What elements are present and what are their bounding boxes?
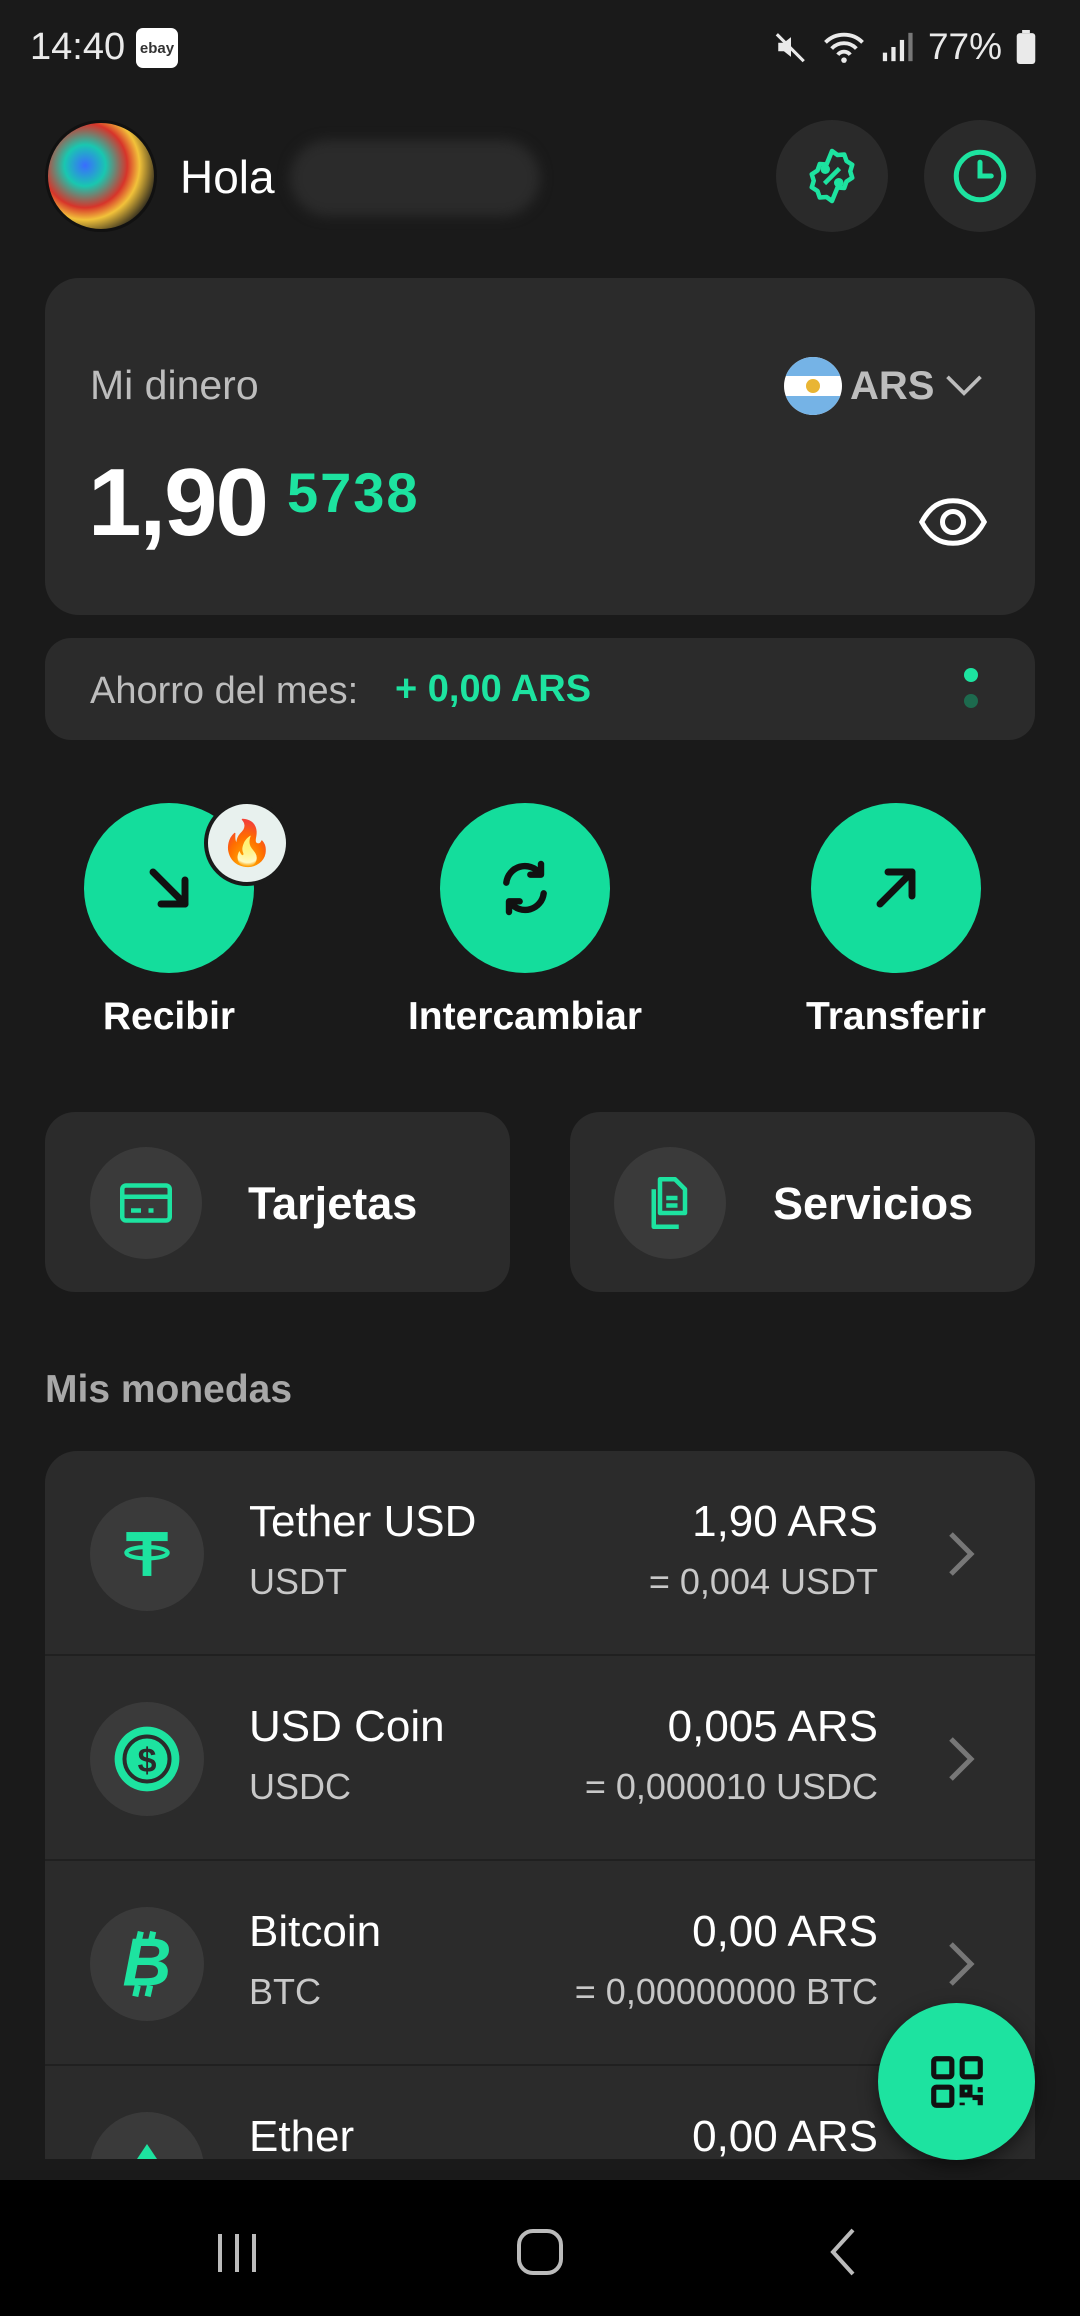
- coin-symbol: BTC: [249, 1971, 321, 2012]
- qr-code-icon: [930, 2055, 983, 2108]
- coin-symbol: USDC: [249, 1766, 352, 1807]
- usd-coin-icon: $: [90, 1702, 204, 1816]
- eye-icon: [918, 498, 988, 546]
- coin-amount: 0,005 ARS: [667, 1702, 878, 1751]
- balance-label: Mi dinero: [90, 362, 259, 408]
- receive-label: Recibir: [102, 995, 236, 1038]
- avatar[interactable]: [45, 120, 157, 232]
- coins-section-title: Mis monedas: [45, 1368, 293, 1411]
- chevron-right-icon: [949, 1942, 975, 1986]
- chevron-down-icon: [946, 375, 983, 396]
- coin-name: Bitcoin: [249, 1907, 382, 1956]
- status-time: 14:40: [30, 26, 126, 68]
- redacted-username: [290, 140, 540, 216]
- signal-icon: [882, 32, 913, 62]
- coin-row-usdc[interactable]: $ USD Coin USDC 0,005 ARS = 0,000010 USD…: [45, 1656, 1035, 1861]
- history-clock-icon: [953, 149, 1007, 203]
- card-icon: [120, 1183, 172, 1223]
- savings-label: Ahorro del mes:: [90, 670, 359, 712]
- cards-tile-label: Tarjetas: [248, 1178, 418, 1229]
- recent-apps-icon[interactable]: [212, 2230, 262, 2276]
- status-indicators: 77%: [774, 26, 1036, 68]
- coin-row-btc[interactable]: B Bitcoin BTC 0,00 ARS = 0,00000000 BTC: [45, 1861, 1035, 2066]
- battery-percent: 77%: [927, 26, 1002, 67]
- chevron-right-icon: [949, 1532, 975, 1576]
- greeting: Hola: [180, 151, 275, 203]
- coin-conversion: = 0,00000000 BTC: [574, 1971, 878, 2012]
- transfer-label: Transferir: [806, 995, 986, 1038]
- coin-row-usdt[interactable]: Tether USD USDT 1,90 ARS = 0,004 USDT: [45, 1451, 1035, 1656]
- argentina-flag-icon: [784, 357, 842, 415]
- chevron-right-icon: [949, 1737, 975, 1781]
- tether-icon: [90, 1497, 204, 1611]
- ebay-notification-icon: ebay: [136, 28, 178, 68]
- bitcoin-icon: B: [90, 1907, 204, 2021]
- exchange-label: Intercambiar: [407, 995, 643, 1038]
- discount-badge-icon: [809, 148, 855, 204]
- coin-conversion: = 0,000010 USDC: [584, 1766, 878, 1807]
- toggle-visibility-button[interactable]: [918, 492, 988, 557]
- savings-value: + 0,00 ARS: [395, 668, 592, 710]
- history-button[interactable]: [924, 120, 1036, 232]
- svg-text:$: $: [138, 1742, 157, 1780]
- balance-amount: 1,90: [88, 449, 269, 556]
- swap-icon: [503, 860, 547, 916]
- back-icon[interactable]: [825, 2226, 861, 2278]
- cards-tile-icon-wrap: [90, 1147, 202, 1259]
- arrow-up-right-icon: [876, 868, 916, 908]
- coin-amount: 0,00 ARS: [692, 1907, 878, 1956]
- coin-name: USD Coin: [249, 1702, 445, 1751]
- system-navigation-bar: [0, 2180, 1080, 2316]
- coin-name: Ether: [249, 2112, 355, 2159]
- documents-icon: [651, 1177, 688, 1229]
- coin-amount: 1,90 ARS: [692, 1497, 878, 1546]
- promotions-button[interactable]: [776, 120, 888, 232]
- battery-icon: [1016, 30, 1036, 64]
- ether-icon: [90, 2112, 204, 2159]
- fire-icon: 🔥: [204, 800, 290, 886]
- home-icon[interactable]: [515, 2227, 565, 2277]
- services-tile-icon-wrap: [614, 1147, 726, 1259]
- balance-decimals: 5738: [287, 461, 420, 524]
- coin-amount: 0,00 ARS: [692, 2112, 878, 2159]
- balance-card: [45, 278, 1035, 615]
- services-tile-label: Servicios: [773, 1178, 974, 1229]
- wifi-icon: [824, 32, 864, 63]
- arrow-down-right-icon: [149, 868, 189, 908]
- mute-icon: [775, 33, 805, 63]
- coin-symbol: USDT: [249, 1561, 347, 1602]
- exchange-button[interactable]: [440, 803, 610, 973]
- currency-selector[interactable]: ARS: [784, 357, 986, 415]
- pager-dot: [964, 694, 978, 708]
- pager-dot-active: [964, 668, 978, 682]
- coin-conversion: = 0,004 USDT: [648, 1561, 878, 1602]
- coin-name: Tether USD: [249, 1497, 477, 1546]
- qr-scan-button[interactable]: [878, 2003, 1035, 2160]
- transfer-button[interactable]: [811, 803, 981, 973]
- currency-code: ARS: [850, 363, 935, 408]
